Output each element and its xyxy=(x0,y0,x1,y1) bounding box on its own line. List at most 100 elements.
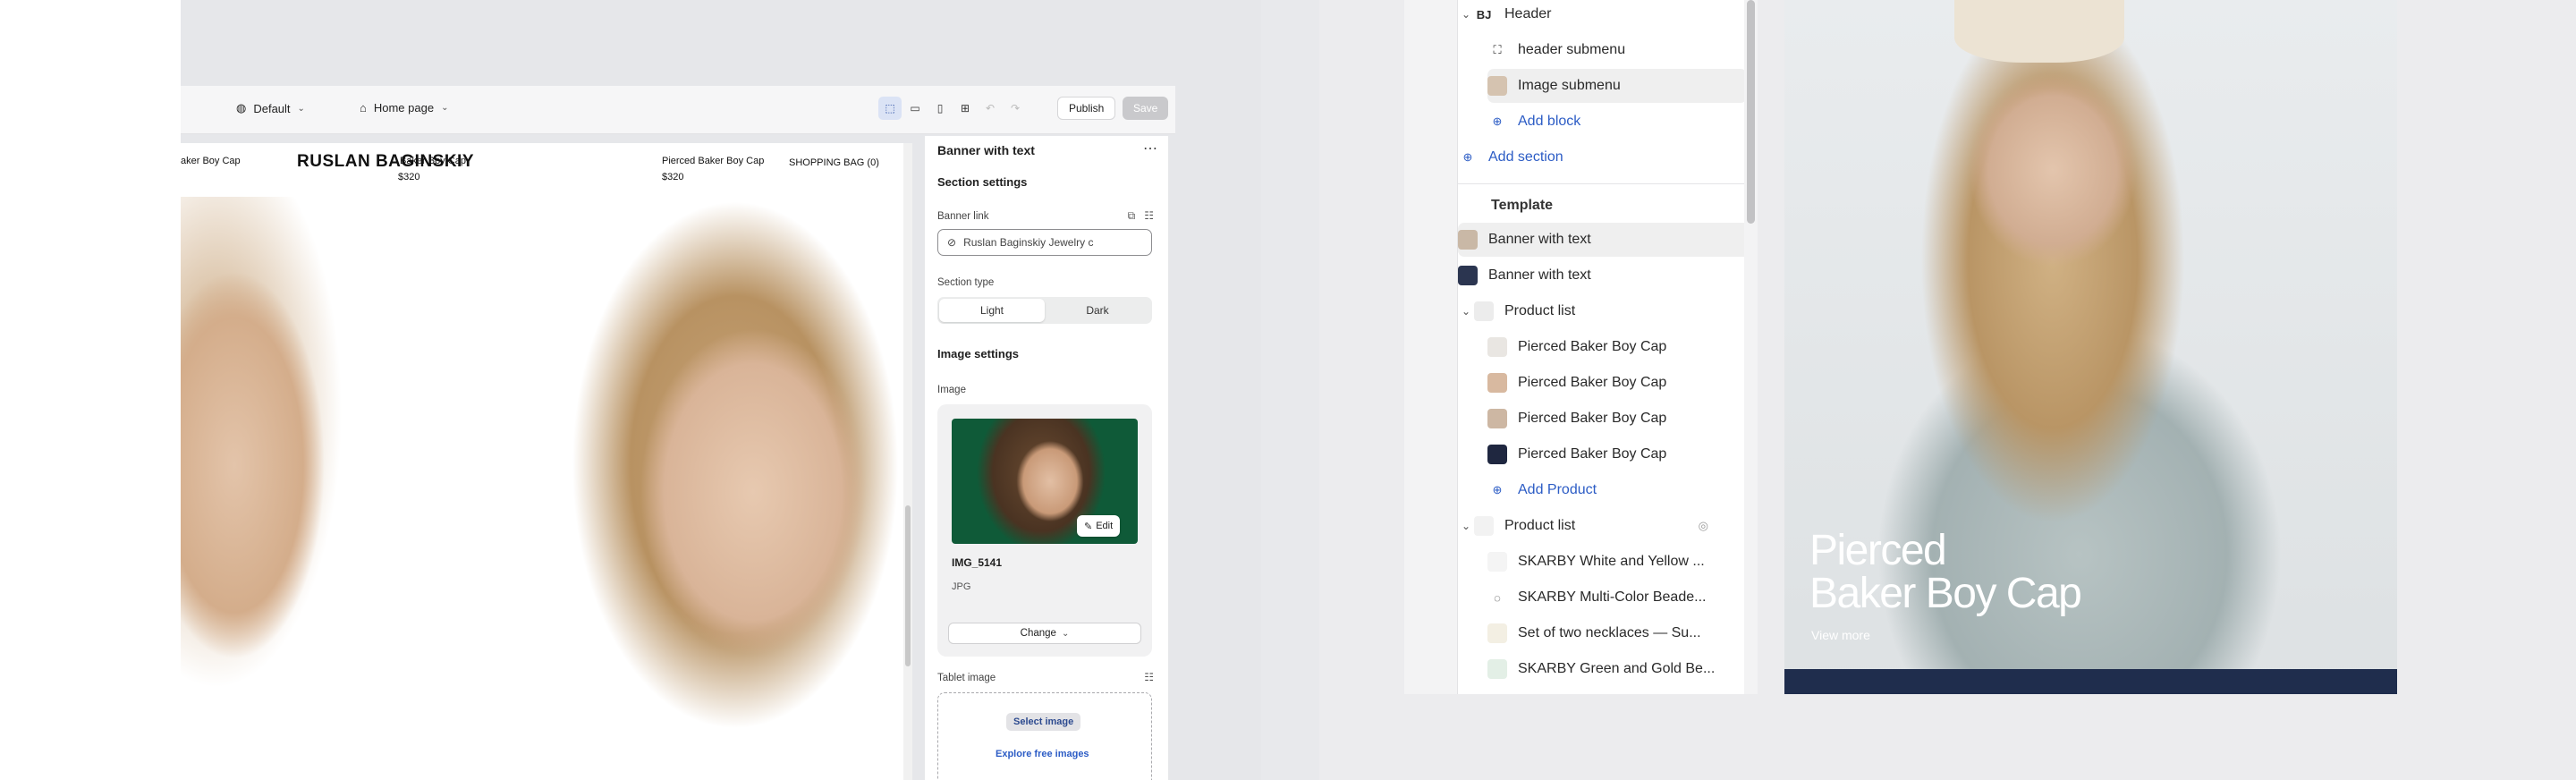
tablet-image-actions: ☷ xyxy=(1144,671,1154,683)
tree-item-product[interactable]: SKARBY White and Yellow ... xyxy=(1487,545,1747,579)
tree-item-image-submenu[interactable]: Image submenu xyxy=(1487,69,1747,103)
change-image-button[interactable]: Change ⌄ xyxy=(948,623,1141,644)
scrollbar-thumb[interactable] xyxy=(905,505,911,666)
shopping-bag-link[interactable]: SHOPPING BAG (0) xyxy=(789,157,879,168)
chevron-down-icon: ⌄ xyxy=(1061,628,1070,639)
nav-item[interactable]: Pierced Baker Boy Cap xyxy=(662,156,764,166)
banner-link-field[interactable]: ⊘ Ruslan Baginskiy Jewelry c xyxy=(937,229,1152,256)
chevron-down-icon[interactable]: ⌄ xyxy=(1458,305,1474,318)
link-field-actions: ⧉ ☷ xyxy=(1128,209,1154,223)
view-more-link[interactable]: View more xyxy=(1811,628,1870,642)
add-section-button[interactable]: ⊕ Add section xyxy=(1458,140,1753,174)
home-icon: ⌂ xyxy=(360,101,367,114)
tree-item-banner[interactable]: Banner with text xyxy=(1458,223,1753,257)
screenshot-stage: ◍ Default ⌄ ⌂ Home page ⌄ ⬚ ▭ ▯ ⊞ ↶ ↷ Pu… xyxy=(0,0,2576,780)
add-section-label: Add section xyxy=(1488,149,1563,165)
eye-off-icon[interactable]: ◎ xyxy=(1699,519,1708,533)
frame-icon: ⛶ xyxy=(1493,43,1502,56)
database-icon[interactable]: ☷ xyxy=(1144,671,1154,683)
tree-divider xyxy=(1458,183,1758,184)
tree-item-product[interactable]: Pierced Baker Boy Cap xyxy=(1487,366,1747,400)
save-button[interactable]: Save xyxy=(1123,97,1169,120)
tree-item-label: Pierced Baker Boy Cap xyxy=(1518,411,1667,426)
link-icon: ⊘ xyxy=(947,236,957,249)
storefront-preview[interactable]: aker Boy Cap RUSLAN BAGINSKIY Baker Boy … xyxy=(181,143,903,780)
tree-item-label: SKARBY White and Yellow ... xyxy=(1518,554,1705,569)
section-type-light[interactable]: Light xyxy=(939,299,1045,322)
chevron-down-icon[interactable]: ⌄ xyxy=(1458,8,1474,21)
edit-image-button[interactable]: ✎ Edit xyxy=(1077,515,1121,537)
pencil-icon: ✎ xyxy=(1084,521,1093,532)
tree-item-product[interactable]: ◌ SKARBY Multi-Color Beade... xyxy=(1487,581,1747,615)
add-block-label: Add block xyxy=(1518,114,1581,129)
chevron-down-icon[interactable]: ⌄ xyxy=(1458,520,1474,532)
tree-item-product[interactable]: Pierced Baker Boy Cap xyxy=(1487,330,1747,364)
price-label: $320 xyxy=(662,172,684,182)
panel-title: Banner with text xyxy=(937,143,1035,157)
necklace-icon: ◌ xyxy=(1494,590,1501,605)
tablet-image-upload: Select image Explore free images xyxy=(937,692,1152,780)
left-gutter xyxy=(0,0,181,780)
inspect-tool-icon[interactable]: ⬚ xyxy=(878,97,902,120)
scrollbar-thumb[interactable] xyxy=(1747,0,1755,224)
banner-preview[interactable]: Pierced Baker Boy Cap View more xyxy=(1784,0,2397,694)
fullscreen-view-icon[interactable]: ⊞ xyxy=(953,97,977,120)
image-label: Image xyxy=(937,385,966,395)
nav-item[interactable]: aker Boy Cap xyxy=(181,156,241,166)
plus-circle-icon: ⊕ xyxy=(1492,483,1503,496)
theme-selector[interactable]: ◍ Default ⌄ xyxy=(236,101,305,115)
database-icon[interactable]: ☷ xyxy=(1144,209,1154,223)
image-settings-heading: Image settings xyxy=(937,347,1020,360)
image-thumbnail-icon xyxy=(1458,230,1478,250)
tree-item-product[interactable]: Pierced Baker Boy Cap xyxy=(1487,437,1747,471)
tree-item-header[interactable]: ⌄ BJ Header xyxy=(1458,0,1753,31)
tree-scrollbar[interactable] xyxy=(1744,0,1758,694)
mobile-view-icon[interactable]: ▯ xyxy=(928,97,952,120)
tree-item-product[interactable]: Set of two necklaces — Su... xyxy=(1487,616,1747,650)
add-product-label: Add Product xyxy=(1518,482,1597,497)
explore-free-images-link[interactable]: Explore free images xyxy=(996,749,1089,759)
page-selector[interactable]: ⌂ Home page ⌄ xyxy=(360,101,448,114)
section-type-dark[interactable]: Dark xyxy=(1045,299,1150,322)
select-image-button[interactable]: Select image xyxy=(1006,713,1081,731)
tree-item-product[interactable]: SKARBY Green and Gold Be... xyxy=(1487,652,1747,686)
theme-editor: ◍ Default ⌄ ⌂ Home page ⌄ ⬚ ▭ ▯ ⊞ ↶ ↷ Pu… xyxy=(0,0,1261,780)
publish-button[interactable]: Publish xyxy=(1057,97,1116,120)
tree-item-banner[interactable]: Banner with text xyxy=(1458,259,1753,292)
storefront-nav: aker Boy Cap RUSLAN BAGINSKIY Baker Boy … xyxy=(181,152,903,188)
tree-item-header-submenu[interactable]: ⛶ header submenu xyxy=(1487,33,1747,67)
tree-gutter xyxy=(1404,0,1458,694)
hero-photo xyxy=(181,197,903,780)
add-block-button[interactable]: ⊕ Add block xyxy=(1487,105,1747,139)
banner-link-value: Ruslan Baginskiy Jewelry c xyxy=(963,236,1094,249)
preview-scrollbar[interactable] xyxy=(903,143,912,780)
redo-icon[interactable]: ↷ xyxy=(1004,97,1027,120)
tree-item-label: Image submenu xyxy=(1518,78,1621,93)
more-options-icon[interactable]: ⋯ xyxy=(1143,140,1157,157)
tree-item-product-list[interactable]: ⌄ Product list xyxy=(1458,294,1753,328)
denim-strip xyxy=(1784,669,2397,694)
chevron-down-icon: ⌄ xyxy=(297,103,305,114)
desktop-view-icon[interactable]: ▭ xyxy=(903,97,927,120)
section-type-toggle: Light Dark xyxy=(937,297,1152,324)
image-thumbnail-icon xyxy=(1487,659,1507,679)
image-thumbnail-icon xyxy=(1487,337,1507,357)
tree-item-label: Header xyxy=(1504,6,1552,21)
image-thumbnail-icon xyxy=(1487,409,1507,428)
tree-item-product-list-hidden[interactable]: ⌄ Product list ◎ xyxy=(1458,509,1753,543)
tree-item-label: Banner with text xyxy=(1488,232,1591,247)
page-label: Home page xyxy=(373,101,435,114)
image-file-type: JPG xyxy=(952,581,971,592)
banner-title-line: Baker Boy Cap xyxy=(1809,570,2082,617)
nav-item[interactable]: Baker Boy Cap xyxy=(400,156,466,166)
price-label: $320 xyxy=(398,172,420,182)
image-thumbnail-icon xyxy=(1487,76,1507,96)
external-link-icon[interactable]: ⧉ xyxy=(1128,209,1136,223)
tree-item-label: SKARBY Green and Gold Be... xyxy=(1518,661,1716,676)
view-tools: ⬚ ▭ ▯ ⊞ ↶ ↷ xyxy=(878,97,1027,120)
image-thumbnail-icon xyxy=(1458,266,1478,285)
add-product-button[interactable]: ⊕ Add Product xyxy=(1487,473,1747,507)
undo-icon[interactable]: ↶ xyxy=(979,97,1002,120)
tree-item-product[interactable]: Pierced Baker Boy Cap xyxy=(1487,402,1747,436)
tree-item-label: Product list xyxy=(1504,303,1576,318)
